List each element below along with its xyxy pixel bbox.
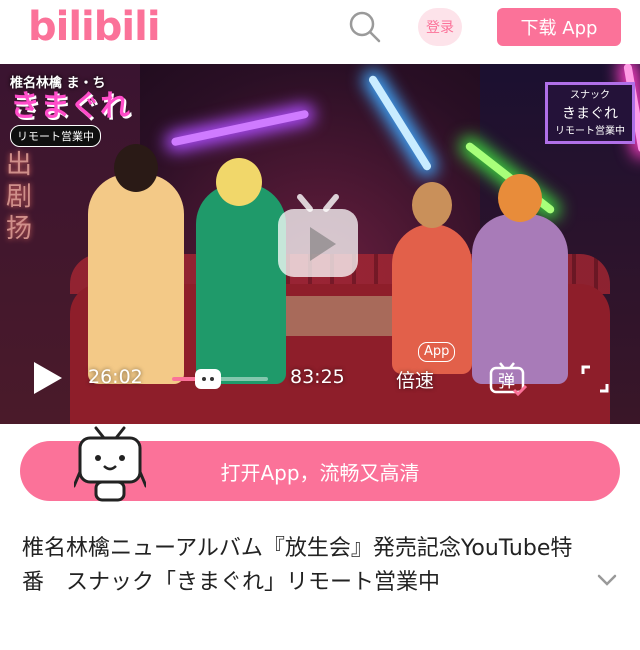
play-icon[interactable] xyxy=(30,360,64,396)
fullscreen-icon[interactable] xyxy=(580,364,610,394)
live-badge: リモート営業中 xyxy=(10,125,101,147)
open-app-label: 打开App，流畅又高清 xyxy=(220,460,420,485)
neon-kanji-sign: 出 剧 扬 xyxy=(6,150,33,244)
chevron-down-icon[interactable] xyxy=(596,572,618,588)
app-badge: App xyxy=(418,342,456,362)
speed-button[interactable]: 倍速 xyxy=(396,366,434,393)
login-button[interactable]: 登录 xyxy=(418,8,462,46)
show-title: きまぐれ xyxy=(10,89,130,124)
play-logo-icon[interactable] xyxy=(272,191,364,283)
video-title: 椎名林檎ニューアルバム『放生会』発売記念YouTube特番 スナック「きまぐれ」… xyxy=(22,536,573,595)
tv-mascot-icon xyxy=(74,426,146,502)
danmaku-icon: 弹 xyxy=(489,362,528,397)
top-header: bilibili 登录 下载 App xyxy=(0,0,640,64)
snack-sign: スナック きまぐれ リモート営業中 xyxy=(545,82,635,144)
progress-thumb-icon[interactable] xyxy=(194,366,222,392)
neon-light-purple xyxy=(170,109,310,147)
download-app-button[interactable]: 下载 App xyxy=(497,8,621,46)
danmaku-toggle[interactable]: 弹 xyxy=(488,362,528,397)
svg-text:弹: 弹 xyxy=(498,372,515,392)
person-1 xyxy=(88,144,184,384)
search-icon[interactable] xyxy=(348,10,382,44)
player-controls: 26:02 83:25 倍速 弹 xyxy=(0,360,640,400)
bilibili-logo[interactable]: bilibili xyxy=(28,4,161,50)
current-time: 26:02 xyxy=(88,366,143,388)
total-time: 83:25 xyxy=(290,366,345,388)
show-title-overlay: 椎名林檎 ま・ち きまぐれ リモート営業中 xyxy=(10,72,130,147)
neon-light-blue xyxy=(367,74,433,172)
person-4 xyxy=(472,174,568,384)
